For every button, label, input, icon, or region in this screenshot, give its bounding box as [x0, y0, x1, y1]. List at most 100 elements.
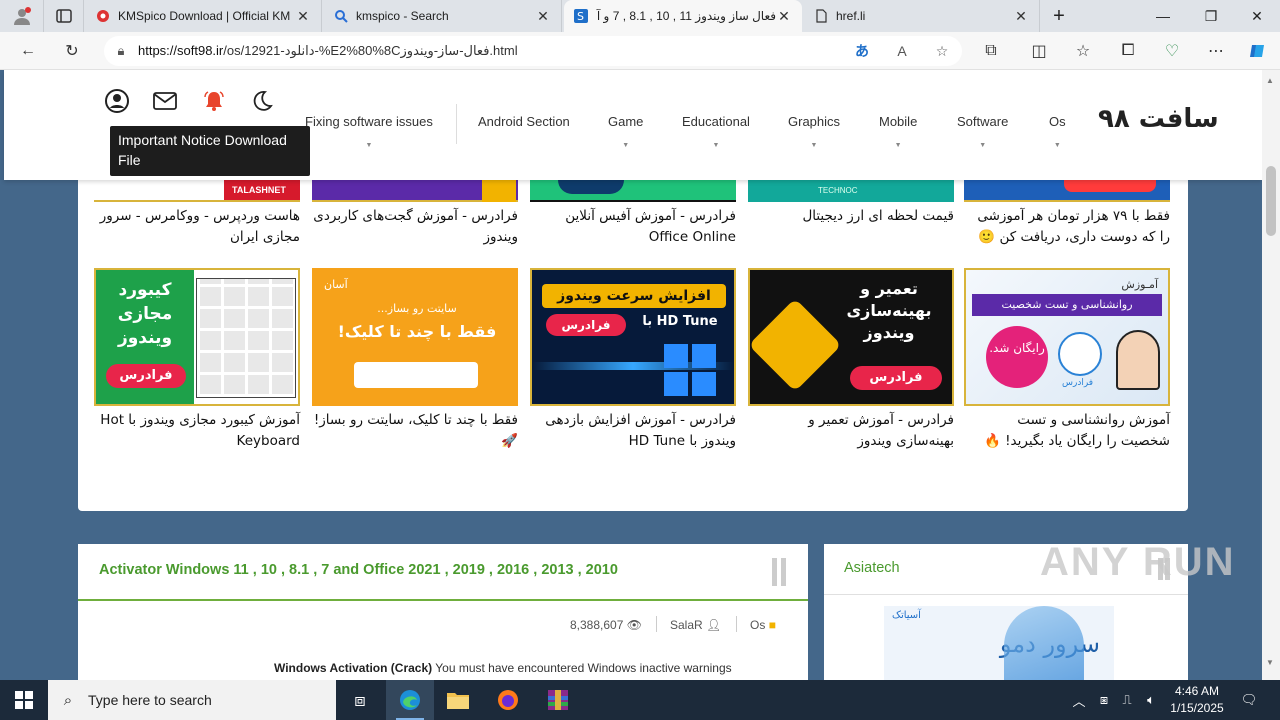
- taskbar-firefox-app[interactable]: [484, 680, 532, 720]
- tab-kmspico-download[interactable]: KMSpico Download | Official KM ✕: [86, 0, 322, 32]
- scroll-thumb[interactable]: [1266, 166, 1276, 236]
- related-post-caption[interactable]: قیمت لحظه ای ارز دیجیتال: [748, 206, 954, 227]
- related-post-caption[interactable]: فرادرس - آموزش افزایش بازدهی ویندوز با H…: [530, 410, 736, 452]
- related-post-image-site-builder[interactable]: آسان سایتت رو بساز... فقط با چند تا کلیک…: [312, 268, 518, 406]
- article-box: Activator Windows 11 , 10 , 8.1 , 7 and …: [78, 544, 808, 680]
- related-post-image-windows-repair[interactable]: تعمیر و بهینه‌سازی ویندوز فرادرس: [748, 268, 954, 406]
- notifications-button[interactable]: [201, 88, 227, 114]
- close-icon[interactable]: ✕: [776, 8, 792, 25]
- nav-mobile[interactable]: Mobile ▼: [879, 114, 917, 149]
- related-image-strip[interactable]: TALASHNET: [94, 180, 300, 202]
- caret-down-icon: ▼: [979, 142, 987, 149]
- article-title[interactable]: Activator Windows 11 , 10 , 8.1 , 7 and …: [99, 562, 618, 578]
- nav-educational[interactable]: Educational ▼: [682, 114, 750, 149]
- notification-center-button[interactable]: 🗨︎: [1234, 680, 1264, 720]
- nav-graphics[interactable]: Graphics ▼: [788, 114, 840, 149]
- folder-icon: [447, 693, 469, 709]
- show-hidden-icons-button[interactable]: ︿: [1070, 680, 1088, 720]
- taskbar-edge-app[interactable]: [386, 680, 434, 720]
- messages-button[interactable]: [152, 88, 178, 114]
- category-link[interactable]: Os ■: [750, 618, 776, 632]
- related-post-image-hd-tune[interactable]: افزایش سرعت ویندوز با HD Tune فرادرس: [530, 268, 736, 406]
- related-post-caption[interactable]: فرادرس - آموزش گجت‌های کاربردی ویندوز: [312, 206, 518, 248]
- tab-kmspico-search[interactable]: kmspico - Search ✕: [324, 0, 562, 32]
- related-image-strip[interactable]: [312, 180, 518, 202]
- read-aloud-icon[interactable]: A: [882, 43, 922, 59]
- taskbar-file-explorer-app[interactable]: [434, 680, 482, 720]
- extensions-button[interactable]: ⧉: [975, 36, 1007, 66]
- settings-menu-button[interactable]: ⋯: [1200, 36, 1232, 66]
- views-text: 8,388,607: [570, 618, 624, 632]
- collections-button[interactable]: ⧠: [1112, 36, 1144, 66]
- document-icon: [816, 9, 827, 23]
- restore-button[interactable]: ❐: [1188, 0, 1234, 32]
- close-icon[interactable]: ✕: [535, 8, 551, 25]
- tab-href-li[interactable]: href.li ✕: [804, 0, 1040, 32]
- address-bar[interactable]: 🔒︎ https://soft98.ir/os/12921-دانلود-%E2…: [104, 36, 962, 66]
- collections-icon: ⧠: [1121, 42, 1135, 59]
- page-scrollbar[interactable]: ▲ ▼: [1262, 70, 1280, 680]
- volume-button[interactable]: 🔈︎: [1140, 680, 1162, 720]
- tray-app-icon[interactable]: ⧆: [1094, 680, 1114, 720]
- related-post-caption[interactable]: فرادرس - آموزش آفیس آنلاین Office Online: [530, 206, 736, 248]
- more-dots-icon: ⋯: [1208, 43, 1224, 60]
- refresh-button[interactable]: ↻: [56, 36, 88, 66]
- browser-essentials-button[interactable]: ♡: [1156, 36, 1188, 66]
- search-placeholder: Type here to search: [88, 692, 212, 708]
- profile-button[interactable]: [0, 0, 44, 32]
- caret-down-icon: ▼: [365, 142, 373, 149]
- strip-label: TECHNOC: [818, 186, 858, 195]
- scroll-down-arrow-icon[interactable]: ▼: [1266, 658, 1274, 667]
- related-image-strip[interactable]: TECHNOC: [748, 180, 954, 202]
- related-post-caption[interactable]: آموزش کیبورد مجازی ویندوز با Hot Keyboar…: [94, 410, 300, 452]
- site-logo[interactable]: سافت ۹۸: [1098, 104, 1219, 134]
- scroll-up-arrow-icon[interactable]: ▲: [1266, 76, 1274, 85]
- image-fragment: [1064, 180, 1156, 192]
- start-button[interactable]: [0, 680, 48, 720]
- book-icon: [1058, 332, 1102, 376]
- split-screen-button[interactable]: ◫: [1023, 36, 1055, 66]
- translate-icon[interactable]: あ: [842, 41, 882, 61]
- user-account-button[interactable]: [104, 88, 130, 114]
- author-link[interactable]: SalaR 👤︎: [670, 618, 721, 632]
- asiatech-ad-banner[interactable]: آسیاتک سرور دمو: [884, 606, 1114, 680]
- related-post-caption[interactable]: آموزش روانشناسی و تست شخصیت را رایگان یا…: [964, 410, 1170, 452]
- nav-os[interactable]: Os ▼: [1049, 114, 1066, 149]
- search-icon: [335, 10, 348, 23]
- copilot-button[interactable]: [1242, 36, 1274, 66]
- category-text: Os: [750, 618, 766, 632]
- nav-fixing-software-issues[interactable]: Fixing software issues ▼: [305, 114, 433, 149]
- new-tab-button[interactable]: +: [1036, 0, 1082, 32]
- related-post-caption[interactable]: فرادرس - آموزش تعمیر و بهینه‌سازی ویندوز: [748, 410, 954, 452]
- dark-mode-button[interactable]: [249, 88, 275, 114]
- close-window-button[interactable]: ✕: [1234, 0, 1280, 32]
- favorites-button[interactable]: ☆: [1067, 36, 1099, 66]
- related-post-caption[interactable]: فقط با ۷۹ هزار تومان هر آموزشی را که دوس…: [964, 206, 1170, 248]
- nav-android-section[interactable]: Android Section: [478, 114, 570, 136]
- tab-soft98-activator[interactable]: S فعال ساز ویندوز 11 , 10 , 8.1 , 7 و آ …: [564, 0, 802, 32]
- url-host: https://soft98.ir: [138, 43, 224, 58]
- task-view-button[interactable]: ⧈: [336, 680, 384, 720]
- system-clock[interactable]: 4:46 AM 1/15/2025: [1162, 683, 1232, 717]
- url-text[interactable]: https://soft98.ir/os/12921-دانلود-%E2%80…: [138, 43, 842, 59]
- tab-strip: KMSpico Download | Official KM ✕ kmspico…: [0, 0, 1280, 32]
- nav-game[interactable]: Game ▼: [608, 114, 643, 149]
- related-image-strip[interactable]: [964, 180, 1170, 202]
- minimize-button[interactable]: —: [1140, 0, 1186, 32]
- related-post-image-virtual-keyboard[interactable]: کیبورد مجازی ویندوز فرادرس: [94, 268, 300, 406]
- favorite-star-icon[interactable]: ☆: [922, 43, 962, 60]
- related-post-caption[interactable]: هاست وردپرس - ووکامرس - سرور مجازی ایران: [94, 206, 300, 248]
- nav-software[interactable]: Software ▼: [957, 114, 1008, 149]
- related-post-caption[interactable]: فقط با چند تا کلیک، سایتت رو بساز! 🚀: [312, 410, 518, 452]
- close-icon[interactable]: ✕: [295, 8, 311, 25]
- winrar-icon: [548, 690, 568, 710]
- taskbar-winrar-app[interactable]: [534, 680, 582, 720]
- related-post-image-psychology[interactable]: آمـوزش روانشناسی و تست شخصیت رایگان شد. …: [964, 268, 1170, 406]
- back-button[interactable]: ←: [12, 36, 44, 66]
- user-icon: [105, 89, 129, 113]
- network-button[interactable]: ⎍: [1116, 680, 1138, 720]
- taskbar-search-box[interactable]: ⌕ Type here to search: [48, 680, 336, 720]
- tab-actions-button[interactable]: [44, 0, 84, 32]
- close-icon[interactable]: ✕: [1013, 8, 1029, 25]
- related-image-strip[interactable]: [530, 180, 736, 202]
